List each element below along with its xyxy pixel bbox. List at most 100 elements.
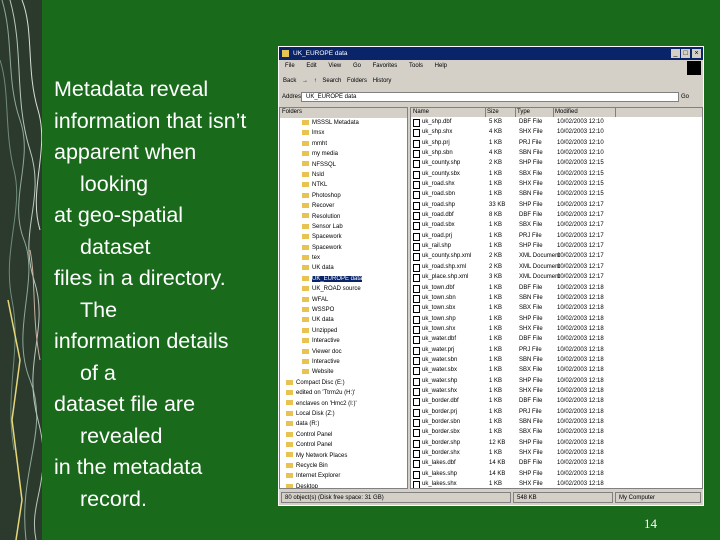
tree-item[interactable]: tex [280, 253, 407, 263]
tree-item[interactable]: Spacework [280, 243, 407, 253]
history-button[interactable]: History [373, 75, 392, 88]
maximize-button[interactable]: □ [681, 49, 690, 58]
tree-item[interactable]: data (R:) [280, 419, 407, 429]
file-row[interactable]: uk_water.sbn 1 KB SBN File 10/02/2003 12:18 [411, 355, 702, 365]
tree-item[interactable]: my media [280, 149, 407, 159]
column-name[interactable]: Name [413, 108, 486, 117]
file-row[interactable]: uk_road.prj 1 KB PRJ File 10/02/2003 12:17 [411, 231, 702, 241]
tree-item[interactable]: Interactive [280, 357, 407, 367]
search-button[interactable]: Search [322, 75, 341, 88]
tree-item[interactable]: UK_EUROPE data [280, 274, 407, 284]
file-row[interactable]: uk_town.shp 1 KB SHP File 10/02/2003 12:18 [411, 314, 702, 324]
file-row[interactable]: uk_border.sbx 1 KB SBX File 10/02/2003 12:1… [411, 427, 702, 438]
file-list[interactable]: Name Size Type Modified uk_shp.dbf 5 KB DB… [410, 107, 703, 489]
folder-tree[interactable]: Folders MSSSL Metadata lmsx mmht my media NF… [279, 107, 408, 489]
tree-item[interactable]: WSSPO [280, 305, 407, 315]
menu-view[interactable]: View [328, 63, 341, 69]
tree-item[interactable]: Local Disk (Z:) [280, 409, 407, 419]
menu-file[interactable]: File [285, 63, 295, 69]
file-row[interactable]: uk_road.sbn 1 KB SBN File 10/02/2003 12:15 [411, 189, 702, 200]
file-row[interactable]: uk_town.sbn 1 KB SBN File 10/02/2003 12:18 [411, 293, 702, 303]
address-input[interactable]: UK_EUROPE data [301, 92, 679, 102]
tree-item[interactable]: Nsld [280, 170, 407, 180]
file-row[interactable]: uk_shp.sbn 4 KB SBN File 10/02/2003 12:10 [411, 148, 702, 159]
file-row[interactable]: uk_water.shx 1 KB SHX File 10/02/2003 12:18 [411, 386, 702, 396]
menu-favorites[interactable]: Favorites [373, 63, 398, 69]
tree-item[interactable]: edited on 'Ttrm2u (H:)' [280, 388, 407, 398]
file-row[interactable]: uk_lakes.dbf 14 KB DBF File 10/02/2003 12:1… [411, 458, 702, 469]
column-type[interactable]: Type [517, 108, 554, 117]
file-row[interactable]: uk_border.shp 12 KB SHP File 10/02/2003 12:… [411, 438, 702, 448]
tree-item[interactable]: Photoshop [280, 191, 407, 201]
file-row[interactable]: uk_water.prj 1 KB PRJ File 10/02/2003 12:18 [411, 345, 702, 355]
tree-item[interactable]: UK data [280, 263, 407, 273]
file-row[interactable]: uk_border.sbn 1 KB SBN File 10/02/2003 12:1… [411, 417, 702, 427]
tree-item[interactable]: Resolution [280, 212, 407, 222]
tree-item[interactable]: Sensor Lab [280, 222, 407, 232]
tree-item[interactable]: Internet Explorer [280, 471, 407, 481]
close-button[interactable]: × [692, 49, 701, 58]
file-row[interactable]: uk_border.dbf 1 KB DBF File 10/02/2003 12:1… [411, 396, 702, 407]
tree-item[interactable]: Viewer doc [280, 347, 407, 357]
file-row[interactable]: uk_rail.shp 1 KB SHP File 10/02/2003 12:17 [411, 241, 702, 252]
file-row[interactable]: uk_lakes.shp 14 KB SHP File 10/02/2003 12:1… [411, 469, 702, 479]
file-row[interactable]: uk_border.prj 1 KB PRJ File 10/02/2003 12:1… [411, 407, 702, 417]
explorer-window[interactable]: UK_EUROPE data _ □ × File Edit View Go F… [278, 46, 704, 506]
file-row[interactable]: uk_water.shp 1 KB SHP File 10/02/2003 12:18 [411, 376, 702, 386]
menu-help[interactable]: Help [435, 63, 447, 69]
file-row[interactable]: uk_county.sbx 1 KB SBX File 10/02/2003 12:1… [411, 169, 702, 179]
tree-item[interactable]: Desktop [280, 482, 407, 488]
file-row[interactable]: uk_road.shp 33 KB SHP File 10/02/2003 12:17 [411, 200, 702, 210]
file-row[interactable]: uk_lakes.shx 1 KB SHX File 10/02/2003 12:18 [411, 479, 702, 488]
title-bar[interactable]: UK_EUROPE data _ □ × [279, 47, 703, 60]
tree-item-label: UK data [312, 317, 334, 324]
tree-item[interactable]: NTKL [280, 180, 407, 190]
tree-item[interactable]: lmsx [280, 128, 407, 138]
menu-edit[interactable]: Edit [306, 63, 316, 69]
tree-item[interactable]: Interactive [280, 336, 407, 346]
tree-item[interactable]: My Network Places [280, 451, 407, 461]
tree-item[interactable]: NFSSQL [280, 160, 407, 170]
tree-item[interactable]: WFAL [280, 295, 407, 305]
file-row[interactable]: uk_county.shp 2 KB SHP File 10/02/2003 12:1… [411, 158, 702, 169]
tree-item[interactable]: Recycle Bin [280, 461, 407, 471]
tree-item[interactable]: UK_ROAD source [280, 284, 407, 294]
tree-item[interactable]: Control Panel [280, 440, 407, 450]
file-row[interactable]: uk_shp.dbf 5 KB DBF File 10/02/2003 12:10 [411, 117, 702, 127]
tree-item[interactable]: mmht [280, 139, 407, 149]
forward-button[interactable]: → [302, 75, 308, 88]
file-row[interactable]: uk_road.shx 1 KB SHX File 10/02/2003 12:15 [411, 179, 702, 190]
file-row[interactable]: uk_road.dbf 8 KB DBF File 10/02/2003 12:17 [411, 210, 702, 221]
tree-item[interactable]: Spacework [280, 232, 407, 242]
tree-item[interactable]: Unzipped [280, 326, 407, 336]
file-row[interactable]: uk_place.shp.xml 3 KB XML Document 10/02/20… [411, 272, 702, 283]
up-button[interactable]: ↑ [314, 75, 317, 88]
menu-go[interactable]: Go [353, 63, 361, 69]
file-row[interactable]: uk_border.shx 1 KB SHX File 10/02/2003 12:1… [411, 448, 702, 458]
file-row[interactable]: uk_water.dbf 1 KB DBF File 10/02/2003 12:18 [411, 334, 702, 345]
file-row[interactable]: uk_road.sbx 1 KB SBX File 10/02/2003 12:17 [411, 220, 702, 231]
tree-item[interactable]: Compact Disc (E:) [280, 378, 407, 388]
file-row[interactable]: uk_county.shp.xml 2 KB XML Document 10/02/2… [411, 251, 702, 262]
tree-item[interactable]: Website [280, 367, 407, 377]
file-row[interactable]: uk_town.shx 1 KB SHX File 10/02/2003 12:18 [411, 324, 702, 334]
go-button[interactable]: Go [681, 92, 701, 102]
tree-item[interactable]: Control Panel [280, 430, 407, 440]
file-row[interactable]: uk_town.dbf 1 KB DBF File 10/02/2003 12:18 [411, 283, 702, 293]
tree-item[interactable]: UK data [280, 315, 407, 325]
file-modified: 10/02/2003 12:18 [557, 450, 604, 456]
column-modified[interactable]: Modified [555, 108, 616, 117]
menu-tools[interactable]: Tools [409, 63, 423, 69]
back-button[interactable]: Back [283, 75, 296, 88]
minimize-button[interactable]: _ [671, 49, 680, 58]
file-row[interactable]: uk_road.shp.xml 2 KB XML Document 10/02/200… [411, 262, 702, 272]
file-row[interactable]: uk_shp.prj 1 KB PRJ File 10/02/2003 12:10 [411, 138, 702, 148]
tree-item[interactable]: MSSSL Metadata [280, 118, 407, 128]
file-row[interactable]: uk_water.sbx 1 KB SBX File 10/02/2003 12:18 [411, 365, 702, 376]
tree-item[interactable]: enclaves on 'Hmc2 (I:)' [280, 399, 407, 409]
file-row[interactable]: uk_town.sbx 1 KB SBX File 10/02/2003 12:18 [411, 303, 702, 314]
folders-button[interactable]: Folders [347, 75, 367, 88]
file-row[interactable]: uk_shp.shx 4 KB SHX File 10/02/2003 12:10 [411, 127, 702, 138]
tree-item[interactable]: Recover [280, 201, 407, 211]
column-size[interactable]: Size [487, 108, 516, 117]
